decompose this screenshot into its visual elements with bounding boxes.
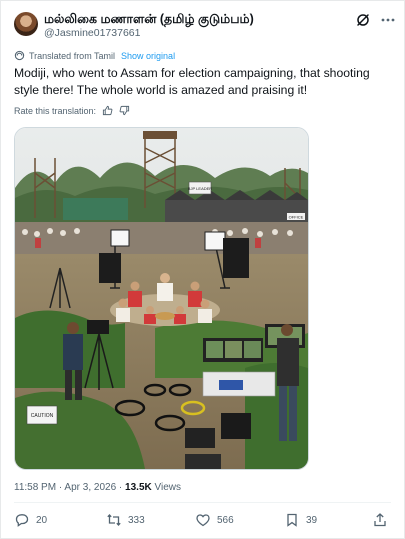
caution-sign: CAUTION (31, 413, 54, 419)
divider (14, 502, 391, 503)
grok-icon[interactable] (355, 12, 371, 28)
share-button[interactable] (372, 512, 388, 528)
bookmark-button[interactable]: 39 (284, 512, 317, 528)
translate-icon (14, 50, 25, 61)
thumbs-up-icon[interactable] (102, 105, 113, 116)
like-count: 566 (217, 514, 234, 526)
action-bar: 20 333 566 39 (14, 512, 392, 530)
heart-icon (196, 514, 210, 527)
user-handle[interactable]: @Jasmine01737661 (44, 27, 140, 39)
repost-button[interactable]: 333 (106, 512, 145, 528)
reply-count: 20 (36, 514, 48, 526)
avatar[interactable] (14, 12, 38, 36)
bjp-leader-sign: BJP LEADER (188, 186, 212, 191)
repost-icon (107, 514, 121, 526)
reply-button[interactable]: 20 (14, 512, 47, 528)
reply-icon (15, 514, 29, 527)
repost-count: 333 (128, 514, 145, 526)
translation-notice: Translated from Tamil Show original (14, 50, 175, 61)
views-label: Views (154, 482, 182, 493)
views-count: 13.5K (125, 482, 152, 493)
rate-label: Rate this translation: (14, 105, 97, 116)
post-time[interactable]: 11:58 PM (14, 482, 56, 493)
post-date[interactable]: Apr 3, 2026 (64, 482, 116, 493)
office-sign: OFFICE (289, 215, 304, 220)
film-shoot-tea-garden-photo: BJP LEADER OFFICE CAUTION (15, 128, 308, 469)
meta-separator-2: · (118, 482, 123, 493)
tweet-text: Modiji, who went to Assam for election c… (14, 66, 370, 97)
display-name[interactable]: மல்லிகை மணாளன் (தமிழ் குடும்பம்) (44, 12, 254, 28)
translated-label: Translated from Tamil (29, 50, 116, 61)
bookmark-icon (287, 513, 297, 527)
more-options-icon[interactable] (380, 12, 396, 28)
like-button[interactable]: 566 (195, 512, 234, 528)
thumbs-down-icon[interactable] (119, 105, 130, 116)
tweet-image[interactable]: BJP LEADER OFFICE CAUTION (14, 127, 309, 470)
show-original-link[interactable]: Show original (121, 51, 175, 61)
bookmark-count: 39 (306, 514, 318, 526)
share-icon (374, 513, 386, 527)
tweet-meta: 11:58 PM · Apr 3, 2026 · 13.5K Views (14, 482, 181, 493)
meta-separator: · (58, 482, 63, 493)
rate-translation: Rate this translation: (14, 105, 130, 116)
